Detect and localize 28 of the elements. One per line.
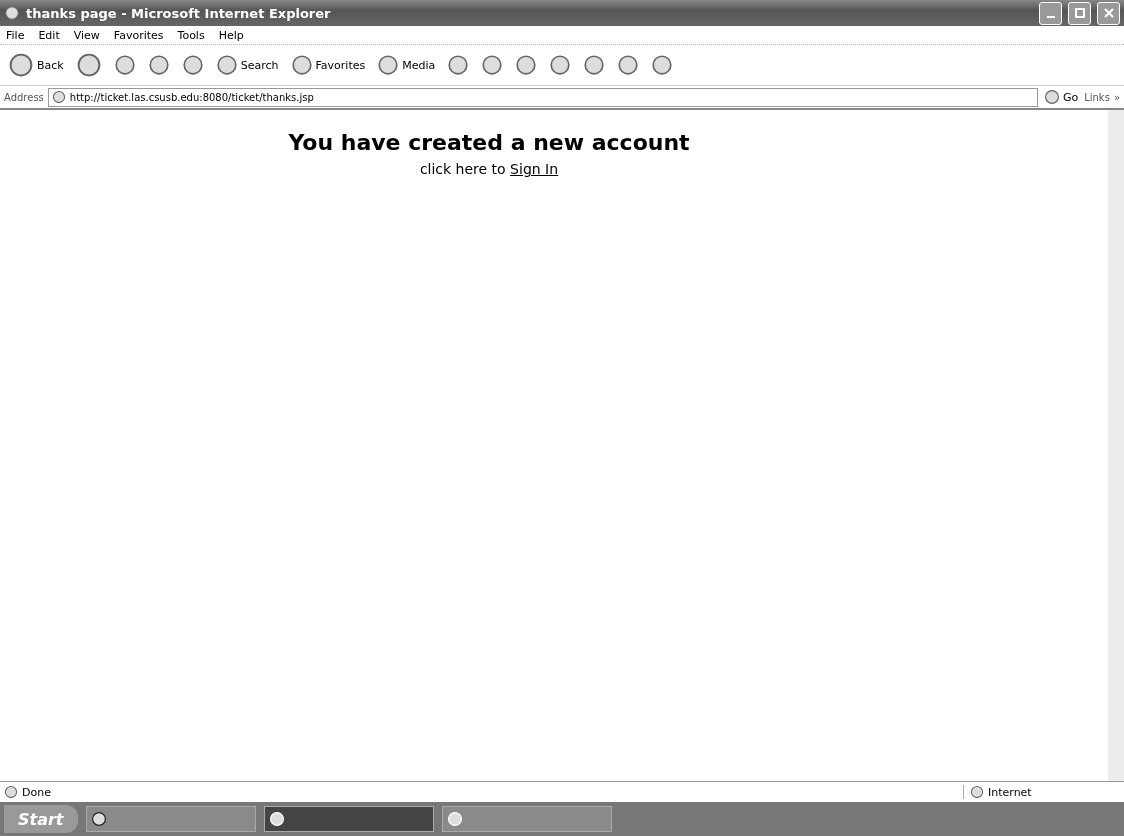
status-text: Done [22,785,51,799]
go-button[interactable]: Go [1041,87,1081,107]
minimize-icon [1046,16,1055,18]
address-field[interactable]: http://ticket.las.csusb.edu:8080/ticket/thanks.jsp [47,87,1038,107]
maximize-icon [1074,8,1085,18]
media-icon-button[interactable]: Media [375,52,438,78]
close-button[interactable] [1097,1,1120,25]
close-icon [1103,8,1114,18]
maximize-button[interactable] [1068,1,1091,25]
links-label[interactable]: Links [1084,91,1110,103]
address-label: Address [4,91,44,103]
minimize-button[interactable] [1039,1,1062,25]
menu-item[interactable]: Favorites [113,28,164,42]
sign-in-link[interactable]: Sign In [510,161,559,177]
more-chevron[interactable]: » [1113,91,1120,103]
window-title: thanks page - Microsoft Internet Explorer [26,5,332,21]
search-icon-button[interactable]: Search [213,52,281,78]
sign-in-text: click here to Sign In [419,161,559,177]
taskbar-button[interactable] [263,806,434,832]
page-heading: You have created a new account [288,130,690,155]
menu-item[interactable]: Edit [38,28,60,42]
menu-item[interactable]: Help [218,28,244,42]
zone-text: Internet [988,785,1032,799]
menu-item[interactable]: Tools [177,28,205,42]
menu-item[interactable]: View [73,28,100,42]
menu-item[interactable]: File [6,28,25,42]
back-arrow-icon-button[interactable]: Back [6,50,66,80]
star-icon-button[interactable]: Favorites [288,52,368,78]
